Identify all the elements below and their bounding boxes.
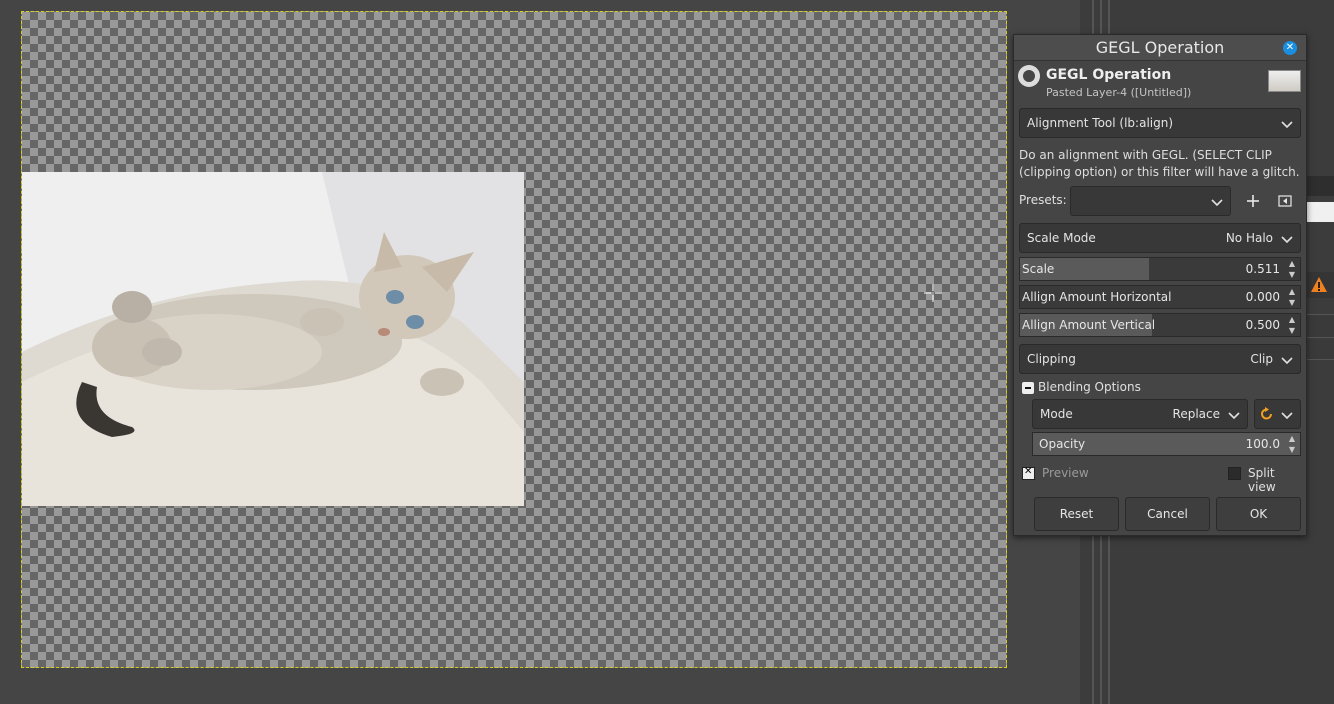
scale-label: Scale — [1022, 262, 1055, 276]
header-title: GEGL Operation — [1046, 67, 1172, 83]
scale-value: 0.511 — [1245, 262, 1280, 276]
blending-collapse-toggle[interactable] — [1022, 382, 1034, 394]
opacity-stepper[interactable]: ▲ ▼ — [1284, 433, 1300, 455]
preset-menu-button[interactable] — [1274, 190, 1296, 212]
decrement-icon[interactable]: ▼ — [1284, 269, 1300, 280]
crosshair-icon — [924, 284, 942, 302]
scale-spinscale[interactable]: Scale 0.511 ▲ ▼ — [1019, 257, 1301, 281]
clipping-value: Clip — [1250, 352, 1273, 366]
chevron-down-icon — [1281, 121, 1293, 129]
layer-thumbnail — [1268, 70, 1301, 92]
opacity-spinscale[interactable]: Opacity 100.0 ▲ ▼ — [1032, 432, 1301, 456]
ok-button[interactable]: OK — [1216, 497, 1301, 531]
preview-label: Preview — [1042, 466, 1089, 480]
opacity-value: 100.0 — [1245, 437, 1280, 451]
scale-mode-label: Scale Mode — [1027, 231, 1096, 245]
clipping-select[interactable]: Clipping Clip — [1019, 344, 1301, 374]
reset-arrow-icon — [1261, 407, 1272, 420]
split-view-label: Split view — [1248, 466, 1276, 494]
align-horizontal-label: Allign Amount Horizontal — [1022, 290, 1172, 304]
kitten-illustration — [22, 172, 524, 506]
operation-select-value: Alignment Tool (lb:align) — [1027, 116, 1174, 130]
opacity-label: Opacity — [1039, 437, 1086, 451]
blending-options-label[interactable]: Blending Options — [1038, 380, 1141, 394]
chevron-down-icon — [1228, 412, 1240, 420]
clipping-label: Clipping — [1027, 352, 1076, 366]
kitten-photo — [22, 172, 524, 506]
presets-label: Presets: — [1019, 193, 1067, 207]
increment-icon[interactable]: ▲ — [1284, 433, 1300, 444]
dialog-header: GEGL Operation Pasted Layer-4 ([Untitled… — [1014, 61, 1306, 101]
reset-button[interactable]: Reset — [1034, 497, 1119, 531]
operation-description: Do an alignment with GEGL. (SELECT CLIP … — [1019, 148, 1300, 179]
scale-stepper[interactable]: ▲ ▼ — [1284, 258, 1300, 280]
align-vertical-spinscale[interactable]: Allign Amount Vertical 0.500 ▲ ▼ — [1019, 313, 1301, 337]
add-preset-button[interactable] — [1242, 190, 1264, 212]
close-icon[interactable]: ✕ — [1283, 41, 1297, 55]
scale-mode-select[interactable]: Scale Mode No Halo — [1019, 223, 1301, 253]
decrement-icon[interactable]: ▼ — [1284, 297, 1300, 308]
split-view-checkbox[interactable] — [1228, 467, 1241, 480]
blend-mode-value: Replace — [1172, 407, 1220, 421]
gimp-logo-icon — [1018, 65, 1040, 87]
operation-select[interactable]: Alignment Tool (lb:align) — [1019, 108, 1301, 138]
cancel-button[interactable]: Cancel — [1125, 497, 1210, 531]
warning-icon — [1311, 277, 1327, 292]
increment-icon[interactable]: ▲ — [1284, 286, 1300, 297]
increment-icon[interactable]: ▲ — [1284, 258, 1300, 269]
header-subtitle: Pasted Layer-4 ([Untitled]) — [1046, 86, 1192, 99]
presets-select[interactable] — [1070, 186, 1231, 216]
blend-mode-label: Mode — [1040, 407, 1073, 421]
dialog-titlebar[interactable]: GEGL Operation ✕ — [1014, 35, 1306, 61]
chevron-down-icon — [1281, 412, 1293, 420]
preset-menu-icon — [1278, 195, 1292, 207]
align-horizontal-stepper[interactable]: ▲ ▼ — [1284, 286, 1300, 308]
decrement-icon[interactable]: ▼ — [1284, 325, 1300, 336]
chevron-down-icon — [1211, 199, 1223, 207]
chevron-down-icon — [1281, 357, 1293, 365]
align-vertical-value: 0.500 — [1245, 318, 1280, 332]
decrement-icon[interactable]: ▼ — [1284, 444, 1300, 455]
align-horizontal-value[interactable]: 0.000 — [1246, 290, 1280, 304]
scale-mode-value: No Halo — [1225, 231, 1273, 245]
chevron-down-icon — [1281, 236, 1293, 244]
align-horizontal-spinscale[interactable]: Allign Amount Horizontal 0.000 ▲ ▼ — [1019, 285, 1301, 309]
dialog-title: GEGL Operation — [1095, 38, 1225, 57]
gegl-operation-dialog: GEGL Operation ✕ GEGL Operation Pasted L… — [1013, 34, 1307, 536]
composite-mode-select[interactable] — [1254, 399, 1301, 429]
increment-icon[interactable]: ▲ — [1284, 314, 1300, 325]
align-vertical-stepper[interactable]: ▲ ▼ — [1284, 314, 1300, 336]
align-vertical-label: Allign Amount Vertical — [1022, 318, 1156, 332]
blend-mode-select[interactable]: Mode Replace — [1032, 399, 1248, 429]
plus-icon — [1247, 195, 1259, 207]
preview-checkbox[interactable] — [1022, 466, 1035, 480]
